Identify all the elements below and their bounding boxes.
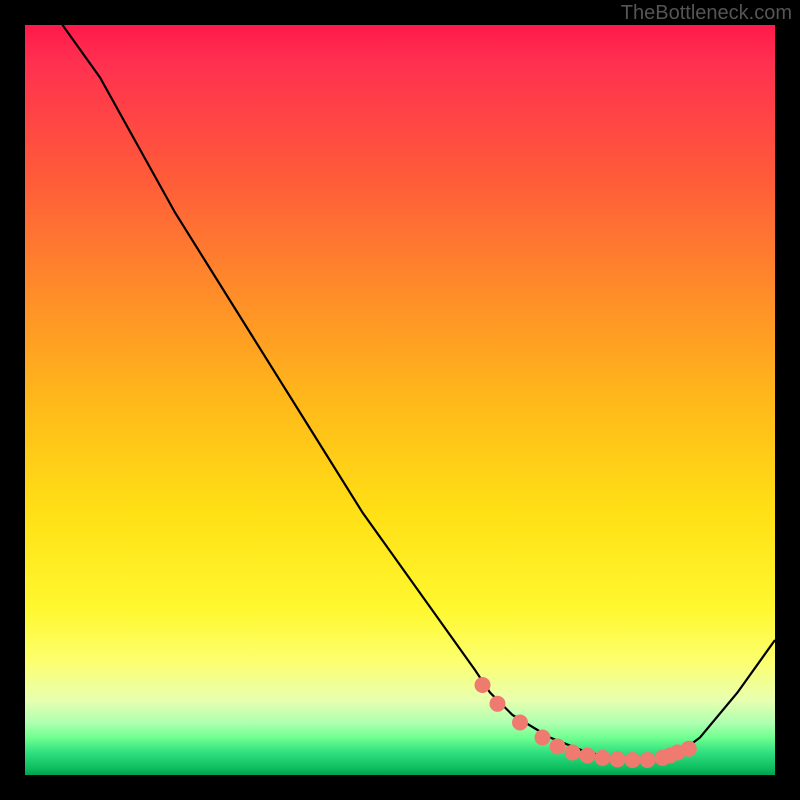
highlight-dot bbox=[595, 750, 611, 766]
highlight-dot bbox=[681, 741, 697, 757]
highlight-dots-group bbox=[475, 677, 697, 768]
highlight-dot bbox=[640, 752, 656, 768]
highlight-dot bbox=[490, 696, 506, 712]
highlight-dot bbox=[550, 739, 566, 755]
watermark-text: TheBottleneck.com bbox=[621, 2, 792, 25]
highlight-dot bbox=[512, 715, 528, 731]
highlight-dot bbox=[475, 677, 491, 693]
bottleneck-chart bbox=[25, 25, 775, 775]
highlight-dot bbox=[610, 751, 626, 767]
bottleneck-curve-line bbox=[63, 25, 776, 760]
highlight-dot bbox=[565, 745, 581, 761]
highlight-dot bbox=[535, 730, 551, 746]
highlight-dot bbox=[580, 748, 596, 764]
highlight-dot bbox=[625, 752, 641, 768]
